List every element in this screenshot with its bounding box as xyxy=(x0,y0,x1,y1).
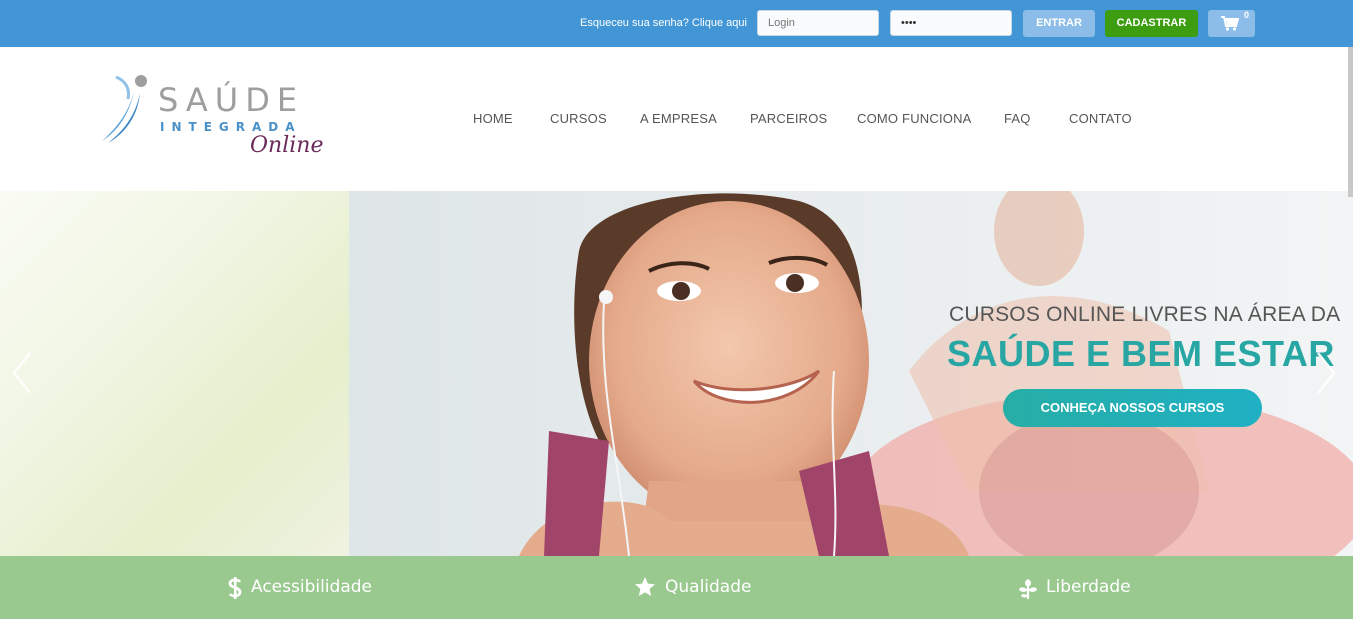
shopping-cart-icon xyxy=(1221,16,1239,31)
feature-label: Qualidade xyxy=(665,577,752,597)
nav-item-a-empresa[interactable]: A EMPRESA xyxy=(640,111,717,126)
nav-label: HOME xyxy=(473,111,513,126)
features-bar: Acessibilidade Qualidade Liberdade xyxy=(0,556,1353,619)
logo-text-sub: INTEGRADA xyxy=(160,120,302,134)
password-input[interactable] xyxy=(890,10,1012,36)
cart-count-badge: 0 xyxy=(1244,10,1250,20)
nav-label: CURSOS xyxy=(550,111,607,126)
courses-cta-button[interactable]: CONHEÇA NOSSOS CURSOS xyxy=(1003,389,1262,427)
nav-item-faq[interactable]: FAQ xyxy=(1004,111,1031,126)
nav-item-cursos[interactable]: CURSOS xyxy=(550,111,607,126)
logo-swoosh-icon xyxy=(102,75,147,143)
nav-label: COMO FUNCIONA xyxy=(857,111,972,126)
cart-button[interactable]: 0 xyxy=(1208,10,1255,37)
top-bar: Esqueceu sua senha? Clique aqui ENTRAR C… xyxy=(0,0,1353,47)
register-button[interactable]: CADASTRAR xyxy=(1105,10,1198,37)
hero-subtitle: CURSOS ONLINE LIVRES NA ÁREA DA xyxy=(949,303,1341,326)
hero-left-panel xyxy=(0,191,349,556)
dollar-icon xyxy=(228,577,242,599)
logo-text-online: Online xyxy=(250,133,324,158)
site-logo[interactable]: SAÚDE INTEGRADA Online xyxy=(100,73,324,168)
feature-label: Liberdade xyxy=(1046,577,1131,597)
login-input[interactable] xyxy=(757,10,879,36)
nav-label: FAQ xyxy=(1004,111,1031,126)
nav-item-contato[interactable]: CONTATO xyxy=(1069,111,1132,126)
nav-label: PARCEIROS xyxy=(750,111,828,126)
nav-label: A EMPRESA xyxy=(640,111,717,126)
hero-title: SAÚDE E BEM ESTAR xyxy=(947,333,1335,374)
page-scrollbar[interactable] xyxy=(1348,47,1353,197)
feature-label: Acessibilidade xyxy=(251,577,372,597)
nav-item-como-funciona[interactable]: COMO FUNCIONA xyxy=(857,111,972,126)
star-icon xyxy=(635,577,655,596)
chevron-left-icon[interactable] xyxy=(10,351,34,395)
forgot-password-link[interactable]: Esqueceu sua senha? Clique aqui xyxy=(580,17,747,29)
site-header: SAÚDE INTEGRADA Online HOME CURSOS A EMP… xyxy=(0,47,1353,191)
hero-slider: CURSOS ONLINE LIVRES NA ÁREA DA SAÚDE E … xyxy=(0,191,1353,556)
enter-button[interactable]: ENTRAR xyxy=(1023,10,1095,37)
logo-text-main: SAÚDE xyxy=(158,81,305,119)
nav-label: CONTATO xyxy=(1069,111,1132,126)
chevron-right-icon[interactable] xyxy=(1314,351,1338,395)
leaf-icon xyxy=(1019,579,1037,599)
nav-item-home[interactable]: HOME xyxy=(473,111,513,126)
nav-item-parceiros[interactable]: PARCEIROS xyxy=(750,111,827,126)
